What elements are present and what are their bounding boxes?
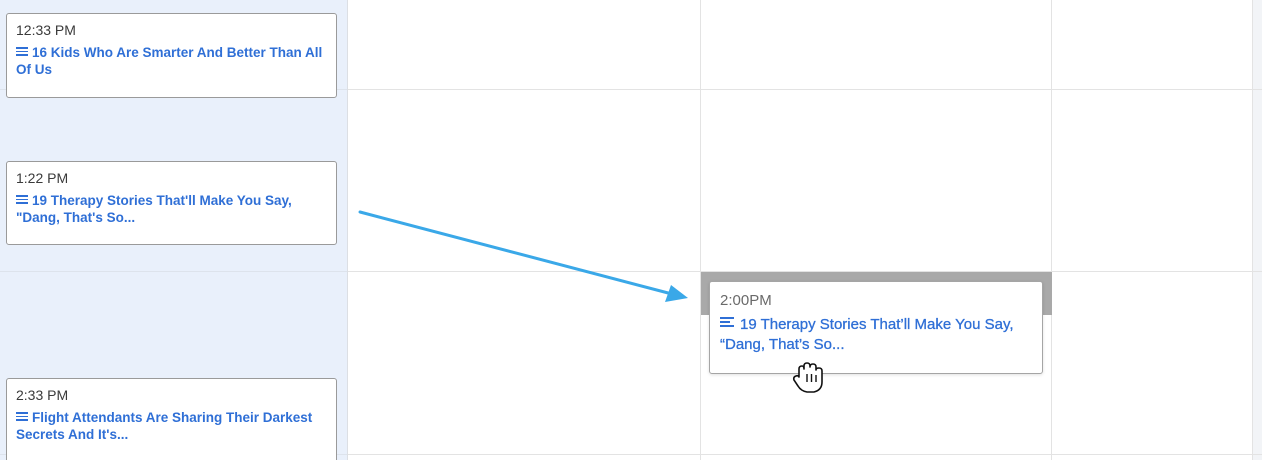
calendar-column[interactable] [701, 0, 1052, 460]
post-time: 2:33 PM [16, 387, 69, 403]
post-title-link[interactable]: 19 Therapy Stories That'll Make You Say,… [16, 192, 326, 226]
calendar-week-grid: 12:33 PM 16 Kids Who Are Smarter And Bet… [0, 0, 1262, 460]
post-title-text: 16 Kids Who Are Smarter And Better Than … [16, 45, 323, 77]
grab-hand-cursor-icon [792, 362, 823, 393]
post-time: 1:22 PM [16, 170, 69, 186]
document-lines-icon [720, 317, 734, 328]
document-lines-icon [16, 195, 28, 204]
hour-divider [0, 271, 347, 272]
post-title-text: 19 Therapy Stories That'll Make You Say,… [16, 193, 292, 225]
post-title-link[interactable]: 16 Kids Who Are Smarter And Better Than … [16, 44, 326, 78]
post-title-text: Flight Attendants Are Sharing Their Dark… [16, 410, 313, 442]
scheduled-post-card[interactable]: 12:33 PM 16 Kids Who Are Smarter And Bet… [6, 13, 337, 98]
dragged-post-card[interactable]: 2:00PM 19 Therapy Stories That’ll Make Y… [709, 281, 1043, 374]
hour-divider [348, 454, 1262, 455]
scheduled-post-card[interactable]: 1:22 PM 19 Therapy Stories That'll Make … [6, 161, 337, 245]
post-title-link[interactable]: 19 Therapy Stories That’ll Make You Say,… [720, 315, 1030, 355]
document-lines-icon [16, 412, 28, 421]
calendar-column[interactable] [1052, 0, 1253, 460]
post-time: 12:33 PM [16, 22, 76, 38]
document-lines-icon [16, 47, 28, 56]
hour-divider [348, 89, 1262, 90]
post-time: 2:00PM [720, 292, 772, 309]
post-title-link[interactable]: Flight Attendants Are Sharing Their Dark… [16, 409, 326, 443]
scheduled-post-card[interactable]: 2:33 PM Flight Attendants Are Sharing Th… [6, 378, 337, 460]
post-title-text: 19 Therapy Stories That’ll Make You Say,… [720, 316, 1014, 353]
calendar-scroll-gutter [1253, 0, 1262, 460]
calendar-column[interactable] [348, 0, 701, 460]
